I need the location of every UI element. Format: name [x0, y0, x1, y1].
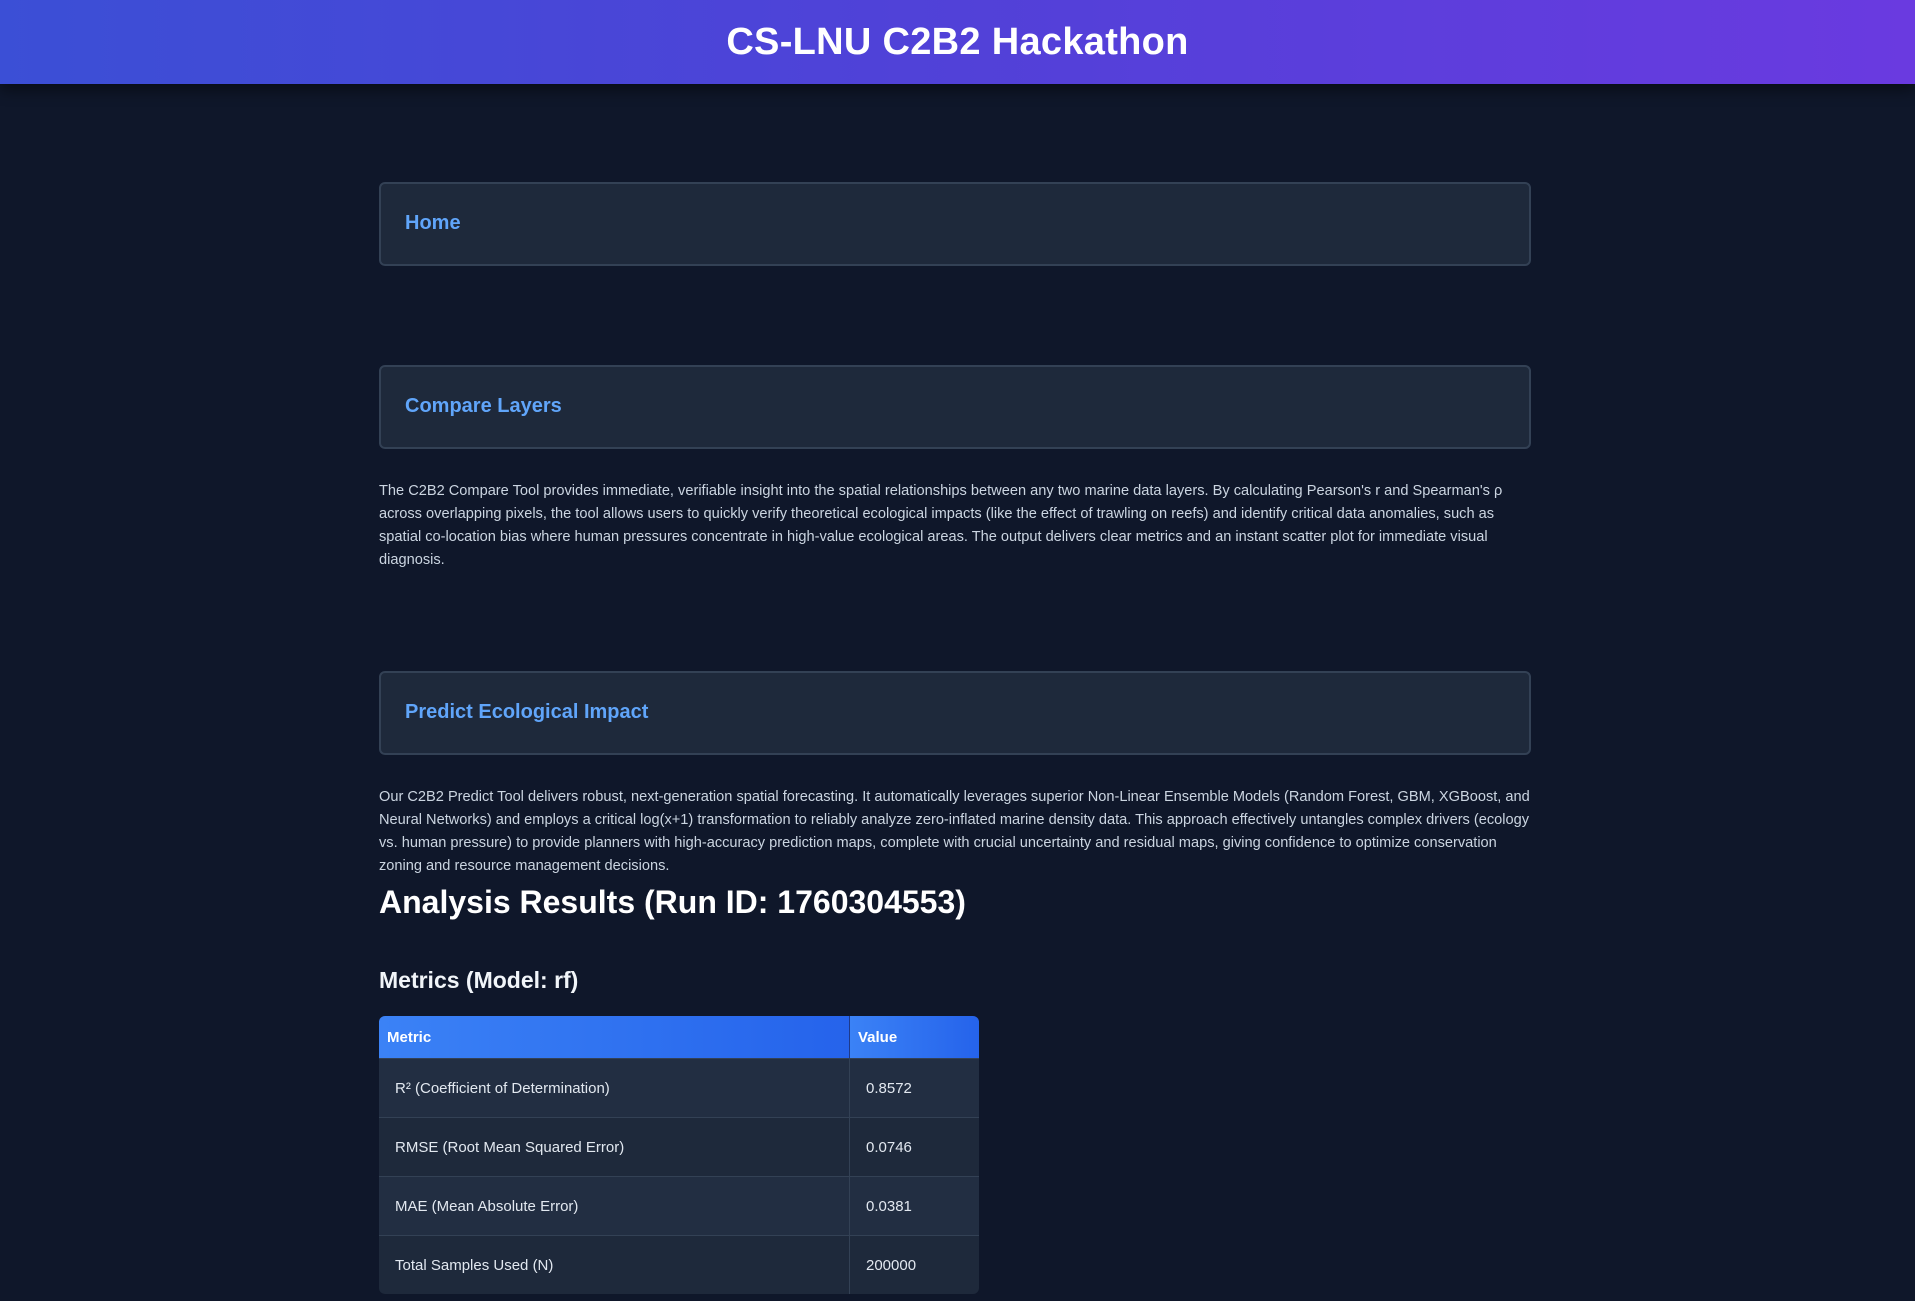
home-link[interactable]: Home	[405, 212, 461, 235]
metric-value-cell: 200000	[850, 1235, 979, 1294]
metric-name-cell: MAE (Mean Absolute Error)	[379, 1176, 850, 1235]
predict-description: Our C2B2 Predict Tool delivers robust, n…	[379, 789, 1530, 874]
metric-value-cell: 0.8572	[850, 1058, 979, 1117]
table-row: R² (Coefficient of Determination) 0.8572	[379, 1058, 979, 1117]
table-header-row: Metric Value	[379, 1016, 979, 1058]
column-header-value: Value	[850, 1016, 979, 1058]
metrics-heading: Metrics (Model: rf)	[379, 967, 579, 993]
metrics-table: Metric Value R² (Coefficient of Determin…	[379, 1016, 979, 1294]
table-row: Total Samples Used (N) 200000	[379, 1235, 979, 1294]
metric-name-cell: RMSE (Root Mean Squared Error)	[379, 1117, 850, 1176]
compare-description: The C2B2 Compare Tool provides immediate…	[379, 483, 1503, 568]
table-row: MAE (Mean Absolute Error) 0.0381	[379, 1176, 979, 1235]
metric-value-cell: 0.0381	[850, 1176, 979, 1235]
top-header-bar: CS-LNU C2B2 Hackathon	[0, 0, 1915, 84]
metric-name-cell: Total Samples Used (N)	[379, 1235, 850, 1294]
results-heading: Analysis Results (Run ID: 1760304553)	[379, 884, 966, 920]
compare-layers-card[interactable]: Compare Layers	[379, 365, 1531, 449]
table-row: RMSE (Root Mean Squared Error) 0.0746	[379, 1117, 979, 1176]
compare-layers-link[interactable]: Compare Layers	[405, 395, 562, 418]
predict-impact-card[interactable]: Predict Ecological Impact	[379, 671, 1531, 755]
home-card[interactable]: Home	[379, 182, 1531, 266]
predict-impact-link[interactable]: Predict Ecological Impact	[405, 701, 648, 724]
metric-value-cell: 0.0746	[850, 1117, 979, 1176]
column-header-metric: Metric	[379, 1016, 850, 1058]
site-title: CS-LNU C2B2 Hackathon	[726, 21, 1189, 64]
metric-name-cell: R² (Coefficient of Determination)	[379, 1058, 850, 1117]
